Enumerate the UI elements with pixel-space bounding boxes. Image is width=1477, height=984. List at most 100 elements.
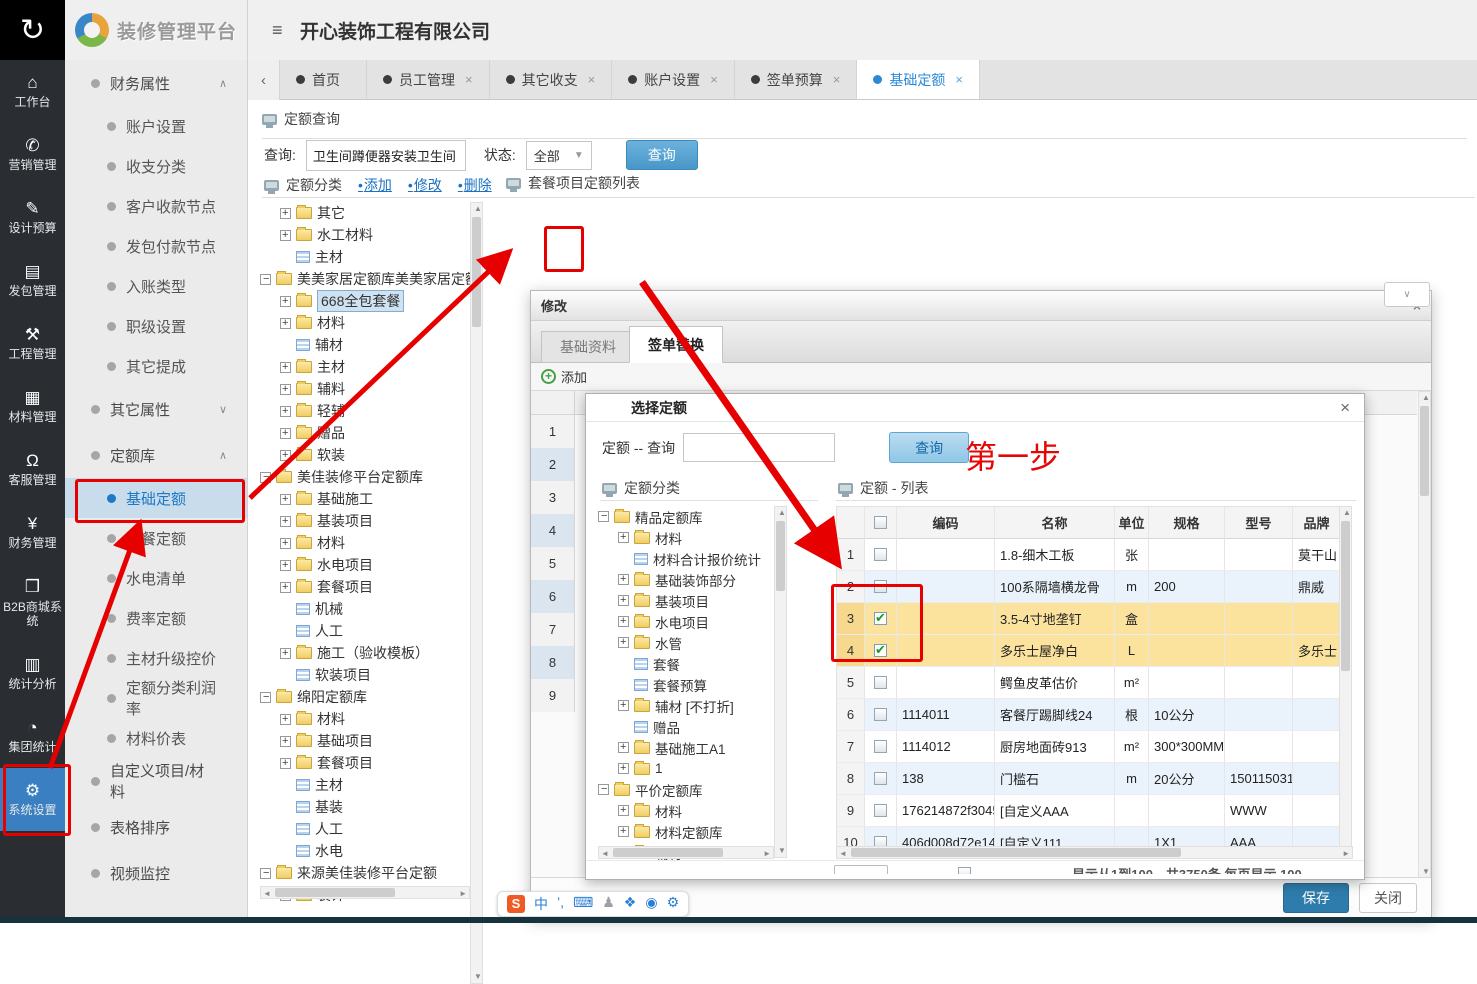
tree-expander-icon[interactable] xyxy=(280,362,291,373)
menu-item[interactable]: 自定义项目/材料 xyxy=(65,758,247,804)
picker-list-row[interactable]: 2 100系隔墙横龙骨 m 200 鼎威 xyxy=(837,571,1339,603)
tree-expander-icon[interactable] xyxy=(618,595,629,606)
select-all-checkbox[interactable] xyxy=(874,516,887,529)
picker-row-checkbox[interactable] xyxy=(874,612,887,625)
tree-node[interactable]: 基装项目 xyxy=(260,510,482,532)
tree-expander-icon[interactable] xyxy=(618,700,629,711)
sidebar-item[interactable]: ▤ 发包管理 xyxy=(0,249,65,312)
tree-node[interactable]: 辅材 xyxy=(260,334,482,356)
menu-item[interactable]: 水电清单 xyxy=(65,558,247,598)
sidebar-item[interactable]: ✆ 营销管理 xyxy=(0,123,65,186)
page-tab[interactable]: 其它收支 × xyxy=(490,60,613,99)
tree-expander-icon[interactable] xyxy=(280,714,291,725)
tab-close-icon[interactable]: × xyxy=(465,72,473,87)
tree-expander-icon[interactable] xyxy=(280,582,291,593)
menu-item[interactable]: 客户收款节点 xyxy=(65,186,247,226)
tree-node[interactable]: 基础装饰部分 xyxy=(598,569,774,590)
tree-node[interactable]: 赠品 xyxy=(598,716,774,737)
tree-node[interactable]: 精品定额库 xyxy=(598,506,774,527)
picker-list-row[interactable]: 1 1.8-细木工板 张 莫干山 xyxy=(837,539,1339,571)
tree-expander-icon[interactable] xyxy=(280,516,291,527)
tree-node[interactable]: 套餐项目 xyxy=(260,752,482,774)
sidebar-item[interactable]: ❒ B2B商城系统 xyxy=(0,564,65,642)
query-input[interactable] xyxy=(306,140,466,171)
tree-node[interactable]: 主材 xyxy=(260,356,482,378)
close-button[interactable]: 关闭 xyxy=(1359,883,1417,913)
menu-item[interactable]: 表格排序 xyxy=(65,804,247,850)
tree-expander-icon[interactable] xyxy=(260,472,271,483)
tree-node[interactable]: 材料合计报价统计 xyxy=(598,548,774,569)
menu-item[interactable]: 基础定额 xyxy=(65,478,247,518)
picker-list-row[interactable]: 9 176214872f3045 [自定义AAA WWW xyxy=(837,795,1339,827)
tree-node[interactable]: 辅材 [不打折] xyxy=(598,695,774,716)
sidebar-item[interactable]: ✎ 设计预算 xyxy=(0,186,65,249)
tree-node[interactable]: 水工材料 xyxy=(260,224,482,246)
tree-node[interactable]: 材料定额库 xyxy=(598,821,774,842)
tab-basic-info[interactable]: 基础资料 xyxy=(541,331,635,363)
tree-node[interactable]: 基础施工A1 xyxy=(598,737,774,758)
add-link[interactable]: 添加 xyxy=(561,367,587,386)
sidebar-item[interactable]: ⌂ 工作台 xyxy=(0,60,65,123)
tree-node[interactable]: 材料 xyxy=(260,708,482,730)
tree-node[interactable]: 人工 xyxy=(260,620,482,642)
save-button[interactable]: 保存 xyxy=(1283,883,1349,913)
tree-node[interactable]: 套餐项目 xyxy=(260,576,482,598)
page-tab[interactable]: 签单预算 × xyxy=(735,60,858,99)
menu-item[interactable]: 财务属性 ∧ xyxy=(65,60,247,106)
tree-expander-icon[interactable] xyxy=(280,428,291,439)
tree-node[interactable]: 基础施工 xyxy=(260,488,482,510)
tree-expander-icon[interactable] xyxy=(618,805,629,816)
page-tab[interactable]: 员工管理 × xyxy=(367,60,490,99)
tab-sign-replace[interactable]: 签单替换 xyxy=(629,326,723,363)
picker-list-row[interactable]: 4 多乐士屋净白 L 多乐士 xyxy=(837,635,1339,667)
tree-expander-icon[interactable] xyxy=(280,230,291,241)
tree-expander-icon[interactable] xyxy=(280,318,291,329)
menu-item[interactable]: 其它提成 xyxy=(65,346,247,386)
search-button[interactable]: 查询 xyxy=(626,140,698,170)
tree-expander-icon[interactable] xyxy=(280,208,291,219)
page-size-select[interactable] xyxy=(834,865,888,874)
tree-node[interactable]: 668全包套餐 xyxy=(260,290,482,312)
menu-item[interactable]: 发包付款节点 xyxy=(65,226,247,266)
menu-item[interactable]: 收支分类 xyxy=(65,146,247,186)
ime-icon[interactable]: ♟ xyxy=(602,894,615,914)
tree-node[interactable]: 基装项目 xyxy=(598,590,774,611)
tree-expander-icon[interactable] xyxy=(280,406,291,417)
menu-item[interactable]: 费率定额 xyxy=(65,598,247,638)
page-tab[interactable]: 账户设置 × xyxy=(612,60,735,99)
tree-node[interactable]: 软装 xyxy=(260,444,482,466)
tree-node[interactable]: 1 xyxy=(598,758,774,779)
tree-expander-icon[interactable] xyxy=(618,763,629,774)
menu-item[interactable]: 账户设置 xyxy=(65,106,247,146)
tree-expander-icon[interactable] xyxy=(618,637,629,648)
tree-expander-icon[interactable] xyxy=(280,450,291,461)
ime-icon[interactable]: 中 xyxy=(534,894,548,914)
tree-node[interactable]: 材料 xyxy=(598,800,774,821)
tree-node[interactable]: 美美家居定额库美美家居定额库 xyxy=(260,268,482,290)
ime-icon[interactable]: ❖ xyxy=(624,894,637,914)
tree-expander-icon[interactable] xyxy=(598,784,609,795)
picker-query-input[interactable] xyxy=(683,433,835,462)
tree-expander-icon[interactable] xyxy=(598,511,609,522)
tree-horizontal-scrollbar[interactable]: ◄► xyxy=(260,886,470,899)
tree-node[interactable]: 基础项目 xyxy=(260,730,482,752)
page-tab[interactable]: 首页 xyxy=(280,60,367,99)
ime-icon[interactable]: ’, xyxy=(557,894,564,914)
tree-expander-icon[interactable] xyxy=(280,384,291,395)
menu-item[interactable]: 主材升级控价 xyxy=(65,638,247,678)
sidebar-item[interactable]: ▦ 材料管理 xyxy=(0,375,65,438)
tree-node[interactable]: 平价定额库 xyxy=(598,779,774,800)
tree-expander-icon[interactable] xyxy=(280,538,291,549)
tree-node[interactable]: 水电项目 xyxy=(260,554,482,576)
picker-tree-vscrollbar[interactable]: ▲▼ xyxy=(774,506,787,858)
picker-row-checkbox[interactable] xyxy=(874,644,887,657)
app-logo[interactable]: ↻ xyxy=(0,0,65,60)
ime-icon[interactable]: ⚙ xyxy=(667,894,680,914)
picker-list-vscrollbar[interactable]: ▲▼ xyxy=(1339,506,1352,858)
menu-item[interactable]: 套餐定额 xyxy=(65,518,247,558)
sidebar-item[interactable]: Ω 客服管理 xyxy=(0,438,65,501)
tree-expander-icon[interactable] xyxy=(280,648,291,659)
tree-expander-icon[interactable] xyxy=(618,616,629,627)
tree-node[interactable]: 主材 xyxy=(260,246,482,268)
tree-node[interactable]: 基装 xyxy=(260,796,482,818)
